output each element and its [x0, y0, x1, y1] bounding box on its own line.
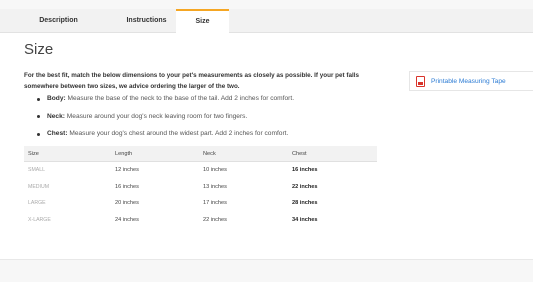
tip-term: Neck:: [47, 112, 65, 120]
table-row: MEDIUM 16 inches 13 inches 22 inches: [24, 179, 377, 196]
cell-length: 20 inches: [115, 200, 139, 206]
tab-bar: Description Instructions Size: [0, 9, 533, 34]
tab-size[interactable]: Size: [176, 9, 229, 34]
cell-neck: 17 inches: [203, 200, 227, 206]
tip-neck: Neck: Measure around your dog's neck lea…: [37, 112, 294, 122]
tab-description[interactable]: Description: [0, 9, 117, 33]
tip-body: Body: Measure the base of the neck to th…: [37, 94, 294, 104]
cell-chest: 34 inches: [292, 216, 318, 223]
cell-size: MEDIUM: [28, 183, 50, 190]
page-title: Size: [24, 41, 54, 58]
tip-term: Body:: [47, 95, 66, 102]
header-neck: Neck: [203, 151, 216, 157]
intro-text: For the best fit, match the below dimens…: [24, 72, 359, 90]
cell-size: X-LARGE: [28, 216, 51, 223]
cell-length: 24 inches: [115, 216, 139, 223]
tip-text: Measure the base of the neck to the base…: [65, 95, 295, 102]
size-table: Size Length Neck Chest SMALL 12 inches 1…: [24, 146, 377, 228]
table-row: SMALL 12 inches 10 inches 16 inches: [24, 162, 377, 179]
bullet-icon: [37, 97, 40, 101]
cell-chest: 22 inches: [292, 183, 318, 190]
cell-chest: 16 inches: [292, 167, 318, 173]
cell-neck: 13 inches: [203, 183, 227, 190]
pdf-icon: [416, 76, 425, 87]
header-length: Length: [115, 151, 133, 157]
cell-neck: 10 inches: [203, 167, 227, 173]
cell-length: 16 inches: [115, 183, 139, 190]
cell-neck: 22 inches: [203, 216, 227, 223]
top-strip: [0, 0, 533, 9]
table-row: LARGE 20 inches 17 inches 28 inches: [24, 195, 377, 212]
printable-measuring-tape-link[interactable]: Printable Measuring Tape: [409, 71, 533, 91]
tab-instructions[interactable]: Instructions: [117, 9, 176, 33]
cell-size: LARGE: [28, 200, 46, 206]
table-row: X-LARGE 24 inches 22 inches 34 inches: [24, 212, 377, 229]
tip-text: Measure your dog's chest around the wide…: [67, 130, 289, 138]
cell-size: SMALL: [28, 167, 46, 173]
footer-strip: [0, 259, 533, 282]
bullet-icon: [37, 132, 40, 136]
tip-text: Measure around your dog's neck leaving r…: [64, 112, 248, 120]
measuring-tape-link-label[interactable]: Printable Measuring Tape: [431, 72, 506, 91]
header-chest: Chest: [292, 151, 307, 157]
tab-content-panel: Size For the best fit, match the below d…: [0, 33, 533, 259]
header-size: Size: [28, 151, 39, 157]
cell-chest: 28 inches: [292, 200, 318, 206]
tip-chest: Chest: Measure your dog's chest around t…: [37, 129, 294, 139]
tip-term: Chest:: [47, 130, 68, 138]
measuring-tips-list: Body: Measure the base of the neck to th…: [37, 94, 294, 147]
table-header: Size Length Neck Chest: [24, 146, 377, 162]
bullet-icon: [37, 115, 40, 119]
cell-length: 12 inches: [115, 167, 139, 173]
